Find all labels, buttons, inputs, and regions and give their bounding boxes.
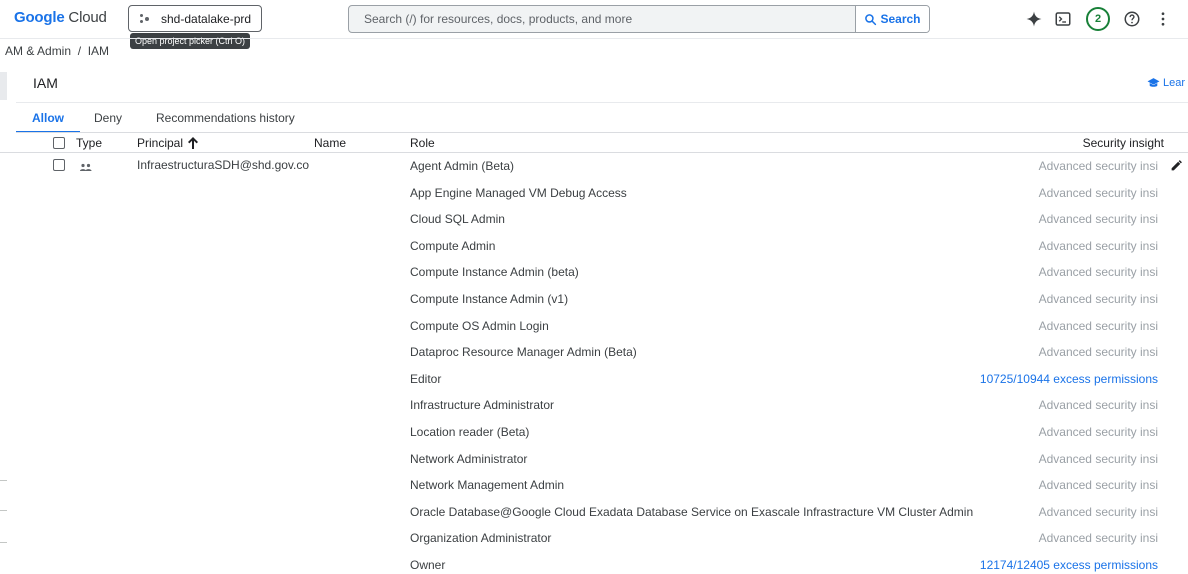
role-name: Oracle Database@Google Cloud Exadata Dat… — [410, 504, 974, 519]
security-insight-text: Advanced security insi — [1038, 398, 1158, 413]
table-row: Editor 10725/10944 excess permissions — [0, 366, 1166, 393]
role-name: Infrastructure Administrator — [410, 398, 555, 413]
project-icon — [139, 12, 153, 26]
left-nav-selected-item[interactable] — [0, 72, 7, 100]
table-header: Type Principal Name Role Security insigh… — [0, 133, 1188, 153]
learn-link-label: Lear — [1163, 77, 1186, 89]
security-insight-text: Advanced security insi — [1038, 265, 1158, 280]
column-header-type[interactable]: Type — [76, 136, 102, 150]
security-insight-text: Advanced security insi — [1038, 531, 1158, 546]
project-picker-button[interactable]: shd-datalake-prd — [128, 5, 262, 32]
security-insight-text: Advanced security insi — [1038, 159, 1158, 173]
table-row: Compute Instance Admin (beta) Advanced se… — [0, 259, 1166, 286]
learn-link[interactable]: Lear — [1147, 77, 1185, 89]
table-row: Owner 12174/12405 excess permissions — [0, 552, 1166, 574]
logo-brand: Google — [14, 9, 65, 26]
column-header-role[interactable]: Role — [410, 136, 435, 150]
top-divider — [0, 38, 1188, 39]
security-insight-text: Advanced security insi — [1038, 425, 1158, 439]
table-row: Location reader (Beta) Advanced security … — [0, 419, 1166, 446]
role-name: Dataproc Resource Manager Admin (Beta) — [410, 345, 637, 360]
gemini-sparkle-icon[interactable] — [1023, 8, 1045, 30]
top-bar: Google Cloud shd-datalake-prd Open proje… — [0, 0, 1188, 49]
security-insight-text: Advanced security insi — [1038, 345, 1158, 360]
help-icon[interactable] — [1121, 8, 1143, 30]
role-name: Network Administrator — [410, 451, 528, 466]
role-name: Compute Instance Admin (beta) — [410, 265, 579, 280]
excess-permissions-link[interactable]: 12174/12405 excess permissions — [980, 558, 1158, 572]
column-header-security-insight[interactable]: Security insight — [1083, 136, 1164, 150]
google-cloud-logo[interactable]: Google Cloud — [14, 9, 107, 26]
role-name: Location reader (Beta) — [410, 425, 530, 439]
role-name: Compute Instance Admin (v1) — [410, 292, 569, 306]
logo-product: Cloud — [64, 9, 107, 26]
cloud-shell-icon[interactable] — [1052, 8, 1074, 30]
role-name: Agent Admin (Beta) — [410, 159, 515, 173]
excess-permissions-link[interactable]: 10725/10944 excess permissions — [980, 372, 1158, 386]
table-row: Agent Admin (Beta) Advanced security insi — [0, 153, 1166, 180]
table-row: App Engine Managed VM Debug Access Advanc… — [0, 180, 1166, 207]
page-title: IAM — [33, 75, 58, 91]
security-insight-text: Advanced security insi — [1038, 185, 1158, 200]
table-row: Compute OS Admin Login Advanced security … — [0, 313, 1166, 340]
column-header-name[interactable]: Name — [314, 136, 346, 150]
tab-deny[interactable]: Deny — [80, 103, 140, 133]
table-row: Organization Administrator Advanced secur… — [0, 525, 1166, 552]
tab-allow[interactable]: Allow — [16, 103, 80, 133]
breadcrumb[interactable]: AM & Admin / IAM — [5, 44, 109, 58]
role-name: Compute Admin — [410, 238, 496, 253]
security-insight-text: Advanced security insi — [1038, 318, 1158, 333]
search-button-label: Search — [880, 12, 921, 26]
role-name: Network Management Admin — [410, 478, 565, 493]
project-picker-tooltip: Open project picker (Ctrl O) — [130, 33, 251, 49]
column-header-principal[interactable]: Principal — [137, 136, 199, 150]
search-button[interactable]: Search — [855, 6, 929, 32]
security-insight-text: Advanced security insi — [1038, 238, 1158, 253]
table-row: Network Administrator Advanced security i… — [0, 446, 1166, 473]
table-row: Compute Instance Admin (v1) Advanced secu… — [0, 286, 1166, 313]
project-name: shd-datalake-prd — [161, 11, 252, 26]
table-row: Dataproc Resource Manager Admin (Beta) Ad… — [0, 339, 1166, 366]
role-name: Cloud SQL Admin — [410, 212, 505, 227]
security-insight-text: Advanced security insi — [1038, 212, 1158, 227]
sort-ascending-icon[interactable] — [188, 137, 199, 149]
column-header-principal-label: Principal — [137, 136, 184, 150]
table-row: Cloud SQL Admin Advanced security insi — [0, 206, 1166, 233]
role-name: Editor — [410, 371, 442, 386]
edit-icon[interactable] — [1170, 159, 1183, 177]
table-row: Compute Admin Advanced security insi — [0, 233, 1166, 260]
more-vert-icon[interactable] — [1152, 8, 1174, 30]
tab-recommendations-history[interactable]: Recommendations history — [140, 103, 311, 133]
role-name: Organization Administrator — [410, 531, 552, 546]
role-name: App Engine Managed VM Debug Access — [410, 185, 627, 200]
search-bar: Search — [348, 5, 930, 33]
security-insight-text: Advanced security insi — [1038, 504, 1158, 519]
security-insight-text: Advanced security insi — [1038, 292, 1158, 306]
security-insight-text: Advanced security insi — [1038, 478, 1158, 493]
role-name: Compute OS Admin Login — [410, 318, 549, 333]
notifications-badge[interactable]: 2 — [1086, 7, 1110, 31]
table-row: Network Management Admin Advanced securit… — [0, 472, 1166, 499]
search-icon — [865, 13, 877, 25]
school-icon — [1147, 78, 1160, 87]
iam-tabs: Allow Deny Recommendations history — [16, 103, 311, 133]
select-all-checkbox[interactable] — [53, 137, 65, 149]
search-input[interactable] — [349, 6, 855, 32]
security-insight-text: Advanced security insi — [1038, 451, 1158, 466]
table-row: Infrastructure Administrator Advanced sec… — [0, 392, 1166, 419]
table-row: Oracle Database@Google Cloud Exadata Dat… — [0, 499, 1166, 526]
role-name: Owner — [410, 558, 446, 572]
